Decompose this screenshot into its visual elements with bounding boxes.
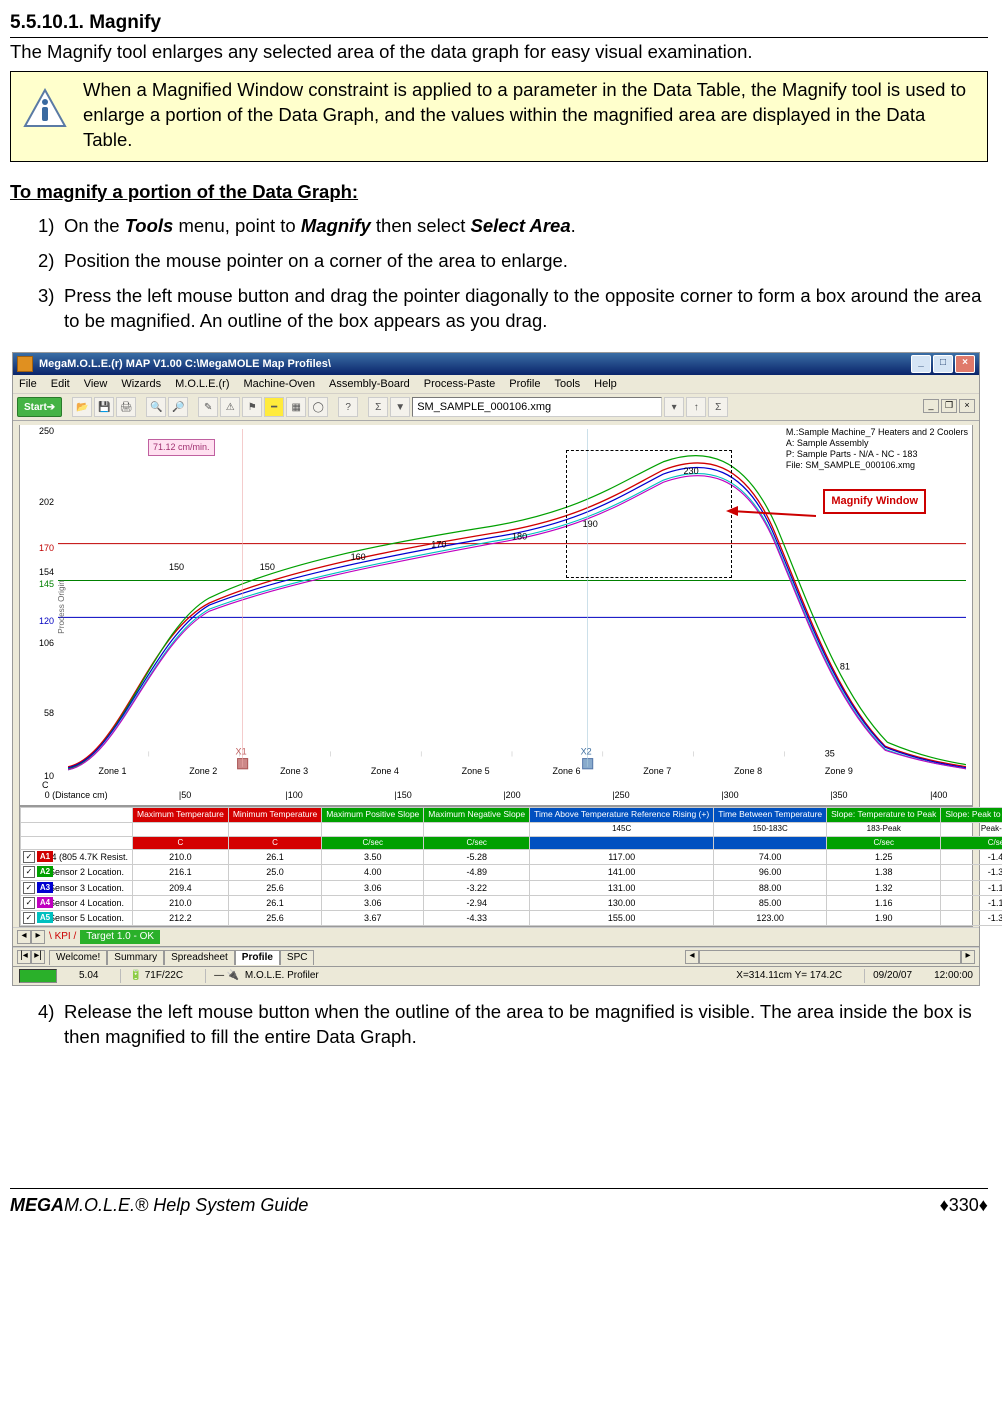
status-temp: 🔋 71F/22C — [120, 969, 183, 983]
tab-nav-left-icon[interactable]: ◂ — [17, 930, 31, 944]
svg-text:170: 170 — [431, 540, 446, 550]
maximize-button[interactable]: □ — [933, 355, 953, 373]
print-icon[interactable]: 🖨 — [116, 397, 136, 417]
step-4: 4)Release the left mouse button when the… — [38, 1000, 988, 1060]
menu-process-paste[interactable]: Process-Paste — [424, 377, 496, 392]
app-screenshot: MegaM.O.L.E.(r) MAP V1.00 C:\MegaMOLE Ma… — [12, 352, 980, 986]
toolbar: Start ➔ 📂 💾 🖨 🔍 🔎 ✎ ⚠ ⚑ ━ ▦ ◯ ? Σ ▼ SM_S… — [13, 394, 979, 421]
section-heading: 5.5.10.1. Magnify — [10, 10, 988, 38]
svg-text:150: 150 — [169, 563, 184, 573]
menu-file[interactable]: File — [19, 377, 37, 392]
svg-text:150: 150 — [260, 563, 275, 573]
dropdown-icon[interactable]: ▾ — [664, 397, 684, 417]
scroll-left-icon[interactable]: ◂ — [685, 950, 699, 964]
step-2: 2)Position the mouse pointer on a corner… — [38, 249, 988, 284]
mdi-close-icon[interactable]: × — [959, 399, 975, 413]
hscrollbar[interactable] — [699, 950, 961, 964]
menu-machine-oven[interactable]: Machine-Oven — [243, 377, 315, 392]
worksheet-tabs: ◂ ▸ \ KPI / Target 1.0 - OK — [13, 927, 979, 947]
mdi-minimize-icon[interactable]: _ — [923, 399, 939, 413]
magnify-callout: Magnify Window — [823, 489, 926, 514]
save-icon[interactable]: 💾 — [94, 397, 114, 417]
menubar: File Edit View Wizards M.O.L.E.(r) Machi… — [13, 375, 979, 394]
highlight-icon[interactable]: ━ — [264, 397, 284, 417]
grid-icon[interactable]: ▦ — [286, 397, 306, 417]
status-coords: X=314.11cm Y= 174.2C — [736, 969, 842, 983]
up-arrow-icon[interactable]: ↑ — [686, 397, 706, 417]
svg-text:180: 180 — [512, 532, 527, 542]
menu-view[interactable]: View — [84, 377, 108, 392]
close-button[interactable]: × — [955, 355, 975, 373]
scroll-right-icon[interactable]: ▸ — [961, 950, 975, 964]
magnify-selection-box[interactable] — [566, 450, 731, 577]
tab-spc[interactable]: SPC — [280, 950, 315, 965]
status-indicator — [19, 969, 57, 983]
mdi-restore-icon[interactable]: ❐ — [941, 399, 957, 413]
flag-icon[interactable]: ⚑ — [242, 397, 262, 417]
tab-nav-right-icon[interactable]: ▸ — [31, 930, 45, 944]
status-profiler: — 🔌 M.O.L.E. Profiler — [205, 969, 319, 983]
help-icon[interactable]: ? — [338, 397, 358, 417]
open-icon[interactable]: 📂 — [72, 397, 92, 417]
step-1: 1) On the Tools menu, point to Magnify t… — [38, 214, 988, 249]
info-icon — [23, 88, 67, 132]
zoom-in-icon[interactable]: 🔎 — [168, 397, 188, 417]
y-axis: 250 202 170 154 145 120 106 58 10 C — [22, 425, 56, 777]
app-icon — [17, 356, 33, 372]
menu-edit[interactable]: Edit — [51, 377, 70, 392]
minimize-button[interactable]: _ — [911, 355, 931, 373]
tab-kpi[interactable]: \ KPI / — [49, 930, 76, 944]
zoom-out-icon[interactable]: 🔍 — [146, 397, 166, 417]
tab-first-icon[interactable]: |◂ — [17, 950, 31, 964]
tool-icon[interactable]: ✎ — [198, 397, 218, 417]
menu-wizards[interactable]: Wizards — [121, 377, 161, 392]
file-selector[interactable]: SM_SAMPLE_000106.xmg — [412, 397, 662, 417]
svg-text:81: 81 — [840, 662, 850, 672]
menu-help[interactable]: Help — [594, 377, 617, 392]
svg-text:X1: X1 — [236, 747, 247, 757]
svg-text:35: 35 — [825, 749, 835, 759]
statusbar: 5.04 🔋 71F/22C — 🔌 M.O.L.E. Profiler X=3… — [13, 966, 979, 985]
svg-text:Process Origin: Process Origin — [58, 580, 66, 634]
note-text: When a Magnified Window constraint is ap… — [83, 78, 979, 153]
intro-paragraph: The Magnify tool enlarges any selected a… — [10, 40, 988, 65]
step-3: 3)Press the left mouse button and drag t… — [38, 284, 988, 344]
page-number: ♦330♦ — [940, 1193, 988, 1217]
menu-profile[interactable]: Profile — [509, 377, 540, 392]
worksheet-tabs-2: |◂ ▸| Welcome! Summary Spreadsheet Profi… — [13, 947, 979, 966]
data-graph[interactable]: M.:Sample Machine_7 Heaters and 2 Cooler… — [19, 425, 973, 806]
menu-assembly-board[interactable]: Assembly-Board — [329, 377, 410, 392]
warning-icon[interactable]: ⚠ — [220, 397, 240, 417]
mdi-window-buttons: _ ❐ × — [923, 399, 975, 413]
speed-label: 71.12 cm/min. — [148, 439, 215, 455]
svg-text:160: 160 — [351, 552, 366, 562]
window-title: MegaM.O.L.E.(r) MAP V1.00 C:\MegaMOLE Ma… — [39, 357, 331, 372]
note-box: When a Magnified Window constraint is ap… — [10, 71, 988, 162]
target-row: Target 1.0 - OK — [80, 930, 160, 944]
start-button[interactable]: Start ➔ — [17, 397, 62, 417]
down-icon[interactable]: ▼ — [390, 397, 410, 417]
tab-welcome[interactable]: Welcome! — [49, 950, 107, 965]
plot-area[interactable]: 150150 160170 180190 23081 35 X1 X2 Proc… — [58, 429, 966, 777]
x-axis: 0 (Distance cm) |50 |100 |150 |200 |250 … — [58, 779, 966, 803]
sum-icon[interactable]: Σ — [368, 397, 388, 417]
sum2-icon[interactable]: Σ — [708, 397, 728, 417]
tab-summary[interactable]: Summary — [107, 950, 164, 965]
window-titlebar[interactable]: MegaM.O.L.E.(r) MAP V1.00 C:\MegaMOLE Ma… — [13, 353, 979, 375]
tab-spreadsheet[interactable]: Spreadsheet — [164, 950, 235, 965]
menu-mole[interactable]: M.O.L.E.(r) — [175, 377, 229, 392]
circle-icon[interactable]: ◯ — [308, 397, 328, 417]
svg-text:X2: X2 — [581, 747, 592, 757]
status-date: 09/20/07 — [864, 969, 912, 983]
tab-profile[interactable]: Profile — [235, 950, 280, 965]
page-footer: MEGAM.O.L.E.® Help System Guide ♦330♦ — [10, 1193, 988, 1217]
status-value-1: 5.04 — [79, 969, 98, 983]
menu-tools[interactable]: Tools — [554, 377, 580, 392]
status-time: 12:00:00 — [934, 969, 973, 983]
data-table[interactable]: Maximum TemperatureMinimum TemperatureMa… — [19, 806, 973, 927]
procedure-heading: To magnify a portion of the Data Graph: — [10, 180, 988, 205]
tab-last-icon[interactable]: ▸| — [31, 950, 45, 964]
